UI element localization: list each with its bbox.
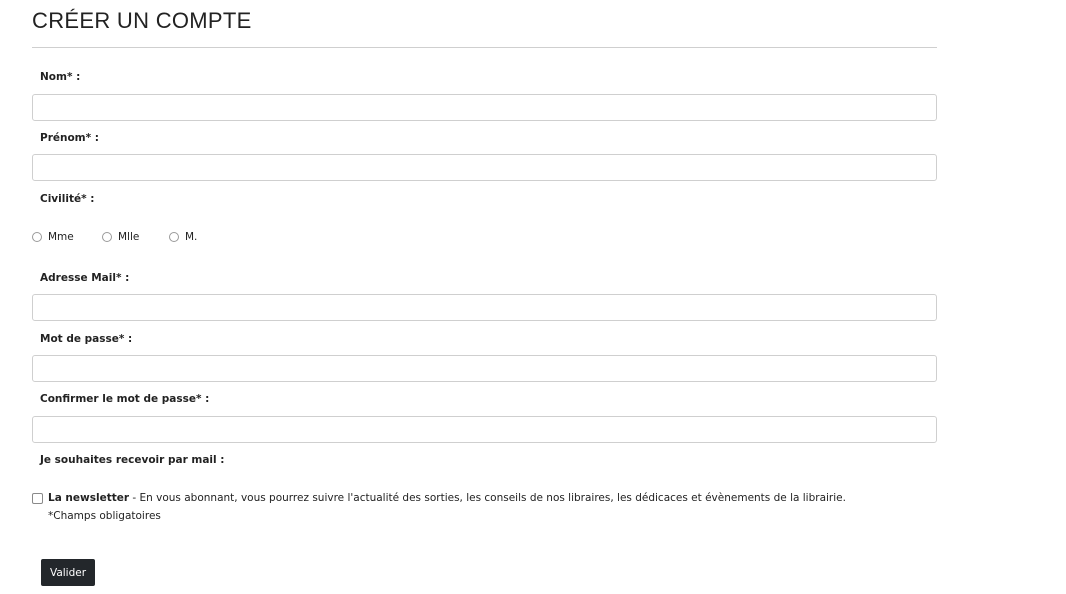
password-field[interactable] (32, 355, 937, 382)
nom-label: Nom* : (40, 71, 81, 83)
submit-button[interactable]: Valider (41, 559, 95, 586)
email-label: Adresse Mail* : (40, 272, 130, 284)
email-field[interactable] (32, 294, 937, 321)
civilite-option-label: Mlle (118, 231, 140, 243)
newsletter-description: - En vous abonnant, vous pourrez suivre … (129, 492, 846, 504)
civilite-option-mlle[interactable]: Mlle (102, 231, 139, 243)
nom-field[interactable] (32, 94, 937, 121)
civilite-label: Civilité* : (40, 193, 95, 205)
title-divider (32, 47, 937, 48)
civilite-option-label: M. (185, 231, 198, 243)
newsletter-checkbox[interactable] (32, 493, 43, 504)
civilite-option-m[interactable]: M. (169, 231, 197, 243)
civilite-radio-mlle[interactable] (102, 232, 112, 242)
civilite-option-label: Mme (48, 231, 74, 243)
prenom-label: Prénom* : (40, 132, 99, 144)
newsletter-text[interactable]: La newsletter - En vous abonnant, vous p… (48, 492, 846, 504)
required-fields-note: *Champs obligatoires (48, 510, 161, 522)
page-title: CRÉER UN COMPTE (32, 8, 252, 33)
password-label: Mot de passe* : (40, 333, 133, 345)
password-confirm-label: Confirmer le mot de passe* : (40, 393, 210, 405)
subscriptions-label: Je souhaites recevoir par mail : (40, 454, 225, 466)
password-confirm-field[interactable] (32, 416, 937, 443)
civilite-radio-mme[interactable] (32, 232, 42, 242)
civilite-option-mme[interactable]: Mme (32, 231, 74, 243)
prenom-field[interactable] (32, 154, 937, 181)
civilite-radio-m[interactable] (169, 232, 179, 242)
newsletter-title: La newsletter (48, 492, 130, 504)
